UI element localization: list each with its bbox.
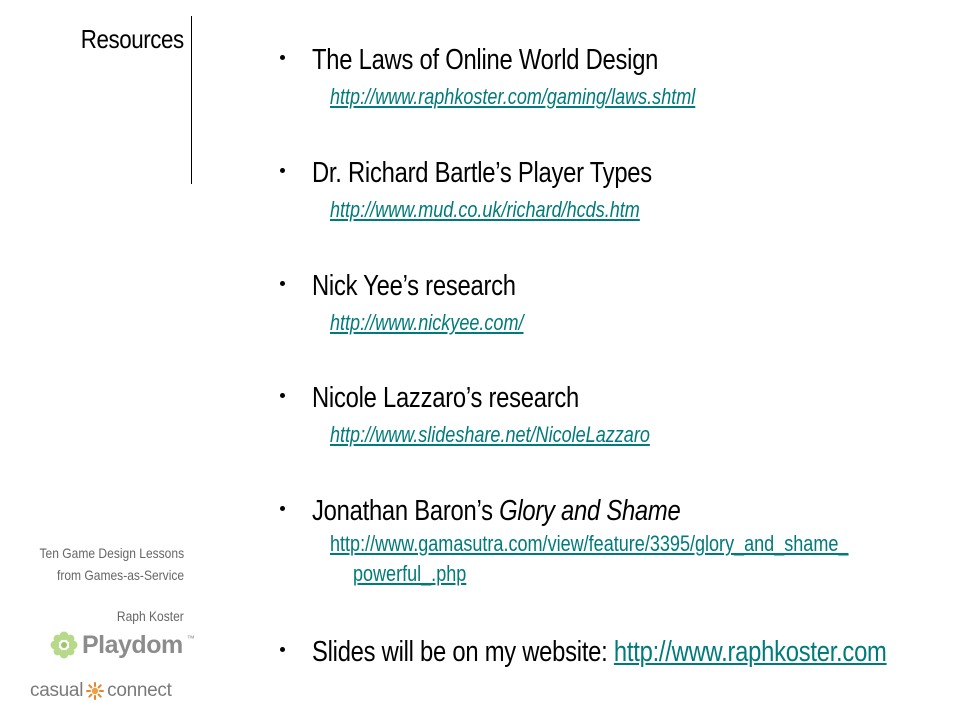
talk-title-line1: Ten Game Design Lessons bbox=[39, 545, 184, 561]
resource-title: Nick Yee’s research bbox=[312, 270, 516, 302]
bullet-icon bbox=[280, 281, 285, 286]
bullet-icon bbox=[280, 506, 285, 511]
resource-title: Dr. Richard Bartle’s Player Types bbox=[312, 157, 652, 189]
resource-title-emphasis: Glory and Shame bbox=[499, 495, 681, 527]
casual-logo-left: casual bbox=[30, 680, 84, 701]
website-note-text: Slides will be on my website: bbox=[312, 636, 614, 668]
resource-link[interactable]: http://www.raphkoster.com/gaming/laws.sh… bbox=[330, 84, 695, 110]
resource-title: Nicole Lazzaro’s research bbox=[312, 382, 580, 414]
resource-link[interactable]: http://www.gamasutra.com/view/feature/33… bbox=[330, 529, 848, 589]
website-link[interactable]: http://www.raphkoster.com bbox=[614, 636, 887, 668]
resource-link[interactable]: http://www.mud.co.uk/richard/hcds.htm bbox=[330, 197, 640, 223]
section-title: Resources bbox=[80, 24, 184, 54]
resource-link[interactable]: http://www.slideshare.net/NicoleLazzaro bbox=[330, 422, 650, 448]
resource-link-line2[interactable]: powerful_.php bbox=[330, 559, 848, 589]
resource-title-prefix: Jonathan Baron’s bbox=[312, 495, 500, 527]
talk-title-line2: from Games-as-Service bbox=[56, 567, 184, 583]
vertical-divider bbox=[191, 16, 192, 184]
trademark-mark: ™ bbox=[186, 634, 195, 643]
bullet-icon bbox=[280, 55, 285, 60]
resource-link[interactable]: http://www.nickyee.com/ bbox=[330, 310, 524, 336]
bullet-icon bbox=[280, 393, 285, 398]
resource-title: The Laws of Online World Design bbox=[312, 44, 659, 76]
playdom-flower-icon bbox=[50, 631, 78, 659]
resource-title: Jonathan Baron’s Glory and Shame bbox=[312, 495, 681, 528]
playdom-logo: Playdom ™ bbox=[50, 628, 195, 662]
casual-connect-logo: casual connect bbox=[30, 680, 172, 702]
sidebar: Resources Ten Game Design Lessons from G… bbox=[0, 0, 195, 720]
casual-logo-right: connect bbox=[107, 680, 172, 701]
website-note: Slides will be on my website: http://www… bbox=[312, 636, 887, 669]
sun-icon bbox=[86, 682, 105, 700]
talk-title: Ten Game Design Lessons from Games-as-Se… bbox=[39, 542, 184, 586]
bullet-icon bbox=[280, 647, 285, 652]
speaker-name: Raph Koster bbox=[117, 608, 184, 624]
playdom-logo-text: Playdom bbox=[82, 630, 183, 659]
resource-link-line1[interactable]: http://www.gamasutra.com/view/feature/33… bbox=[330, 531, 848, 556]
bullet-icon bbox=[280, 168, 285, 173]
